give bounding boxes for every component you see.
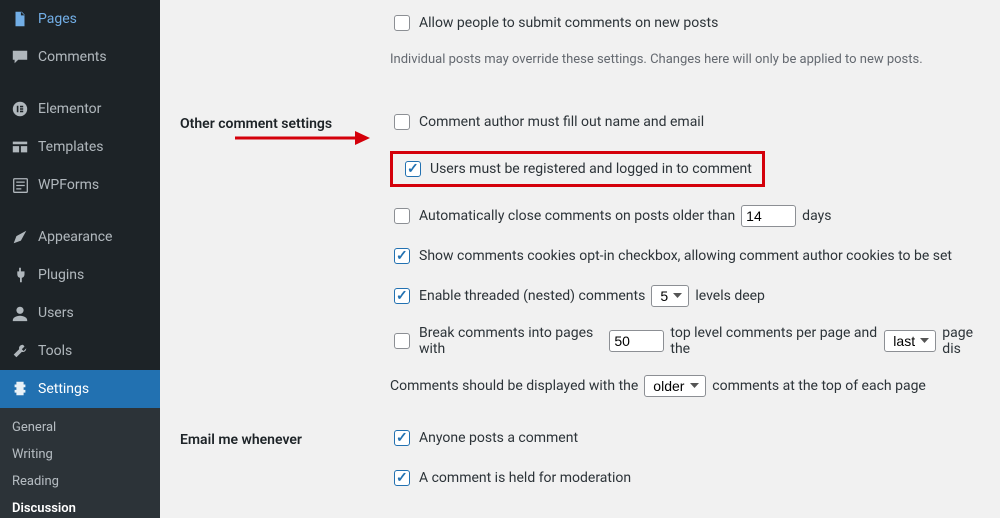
elementor-icon — [10, 99, 30, 119]
autoclose-days-input[interactable] — [741, 205, 796, 227]
admin-sidebar: Pages Comments Elementor Templates WPFor… — [0, 0, 160, 518]
sidebar-item-elementor[interactable]: Elementor — [0, 90, 160, 128]
sidebar-label: Plugins — [38, 267, 84, 283]
sidebar-item-templates[interactable]: Templates — [0, 128, 160, 166]
settings-icon — [10, 379, 30, 399]
submenu-general[interactable]: General — [0, 414, 160, 441]
paginate-checkbox[interactable] — [394, 333, 410, 349]
break-label: Break comments into pages with — [419, 325, 603, 357]
page-displayed-label: page dis — [942, 325, 990, 357]
sidebar-label: Users — [38, 305, 74, 321]
comment-order-select[interactable]: older — [644, 375, 706, 397]
sidebar-item-tools[interactable]: Tools — [0, 332, 160, 370]
held-checkbox[interactable] — [394, 470, 410, 486]
users-icon — [10, 303, 30, 323]
name-email-label: Comment author must fill out name and em… — [419, 114, 704, 130]
threaded-label: Enable threaded (nested) comments — [419, 288, 645, 304]
comments-icon — [10, 47, 30, 67]
sidebar-item-users[interactable]: Users — [0, 294, 160, 332]
plugins-icon — [10, 265, 30, 285]
sidebar-label: Comments — [38, 49, 107, 65]
sidebar-label: Appearance — [38, 229, 112, 245]
sidebar-item-plugins[interactable]: Plugins — [0, 256, 160, 294]
anyone-posts-label: Anyone posts a comment — [419, 430, 578, 446]
display-pre-label: Comments should be displayed with the — [390, 378, 638, 394]
appearance-icon — [10, 227, 30, 247]
sidebar-label: Tools — [38, 343, 72, 359]
allow-comments-label: Allow people to submit comments on new p… — [419, 15, 718, 31]
tools-icon — [10, 341, 30, 361]
sidebar-item-wpforms[interactable]: WPForms — [0, 166, 160, 204]
registered-highlight: Users must be registered and logged in t… — [390, 151, 765, 187]
sidebar-item-pages[interactable]: Pages — [0, 0, 160, 38]
sidebar-label: Templates — [38, 139, 104, 155]
name-email-checkbox[interactable] — [394, 114, 410, 130]
sidebar-item-comments[interactable]: Comments — [0, 38, 160, 76]
sidebar-label: Pages — [38, 11, 77, 27]
sidebar-label: Elementor — [38, 101, 101, 117]
override-description: Individual posts may override these sett… — [390, 52, 990, 67]
sidebar-item-settings[interactable]: Settings — [0, 370, 160, 408]
pages-icon — [10, 9, 30, 29]
toplevel-label: top level comments per page and the — [670, 325, 878, 357]
submenu-reading[interactable]: Reading — [0, 468, 160, 495]
allow-comments-checkbox[interactable] — [394, 15, 410, 31]
settings-content: Allow people to submit comments on new p… — [160, 0, 1000, 518]
autoclose-checkbox[interactable] — [394, 208, 410, 224]
display-post-label: comments at the top of each page — [712, 378, 926, 394]
settings-submenu: General Writing Reading Discussion Media… — [0, 408, 160, 518]
sidebar-label: WPForms — [38, 177, 99, 193]
section-before-heading: Before a comment appears — [160, 504, 380, 518]
wpforms-icon — [10, 175, 30, 195]
section-email-heading: Email me whenever — [160, 412, 380, 468]
submenu-discussion[interactable]: Discussion — [0, 495, 160, 518]
autoclose-label: Automatically close comments on posts ol… — [419, 208, 735, 224]
per-page-input[interactable] — [609, 330, 664, 352]
cookies-label: Show comments cookies opt-in checkbox, a… — [419, 248, 952, 264]
page-order-select[interactable]: last — [884, 330, 936, 352]
submenu-writing[interactable]: Writing — [0, 441, 160, 468]
threaded-checkbox[interactable] — [394, 288, 410, 304]
cookies-checkbox[interactable] — [394, 248, 410, 264]
threaded-depth-select[interactable]: 5 — [651, 285, 689, 307]
anyone-posts-checkbox[interactable] — [394, 430, 410, 446]
sidebar-label: Settings — [38, 381, 89, 397]
held-label: A comment is held for moderation — [419, 470, 631, 486]
registered-label: Users must be registered and logged in t… — [430, 161, 752, 177]
levels-deep-label: levels deep — [695, 288, 765, 304]
days-label: days — [802, 208, 831, 224]
section-other-heading: Other comment settings — [160, 96, 380, 152]
registered-checkbox[interactable] — [405, 161, 421, 177]
sidebar-item-appearance[interactable]: Appearance — [0, 218, 160, 256]
templates-icon — [10, 137, 30, 157]
